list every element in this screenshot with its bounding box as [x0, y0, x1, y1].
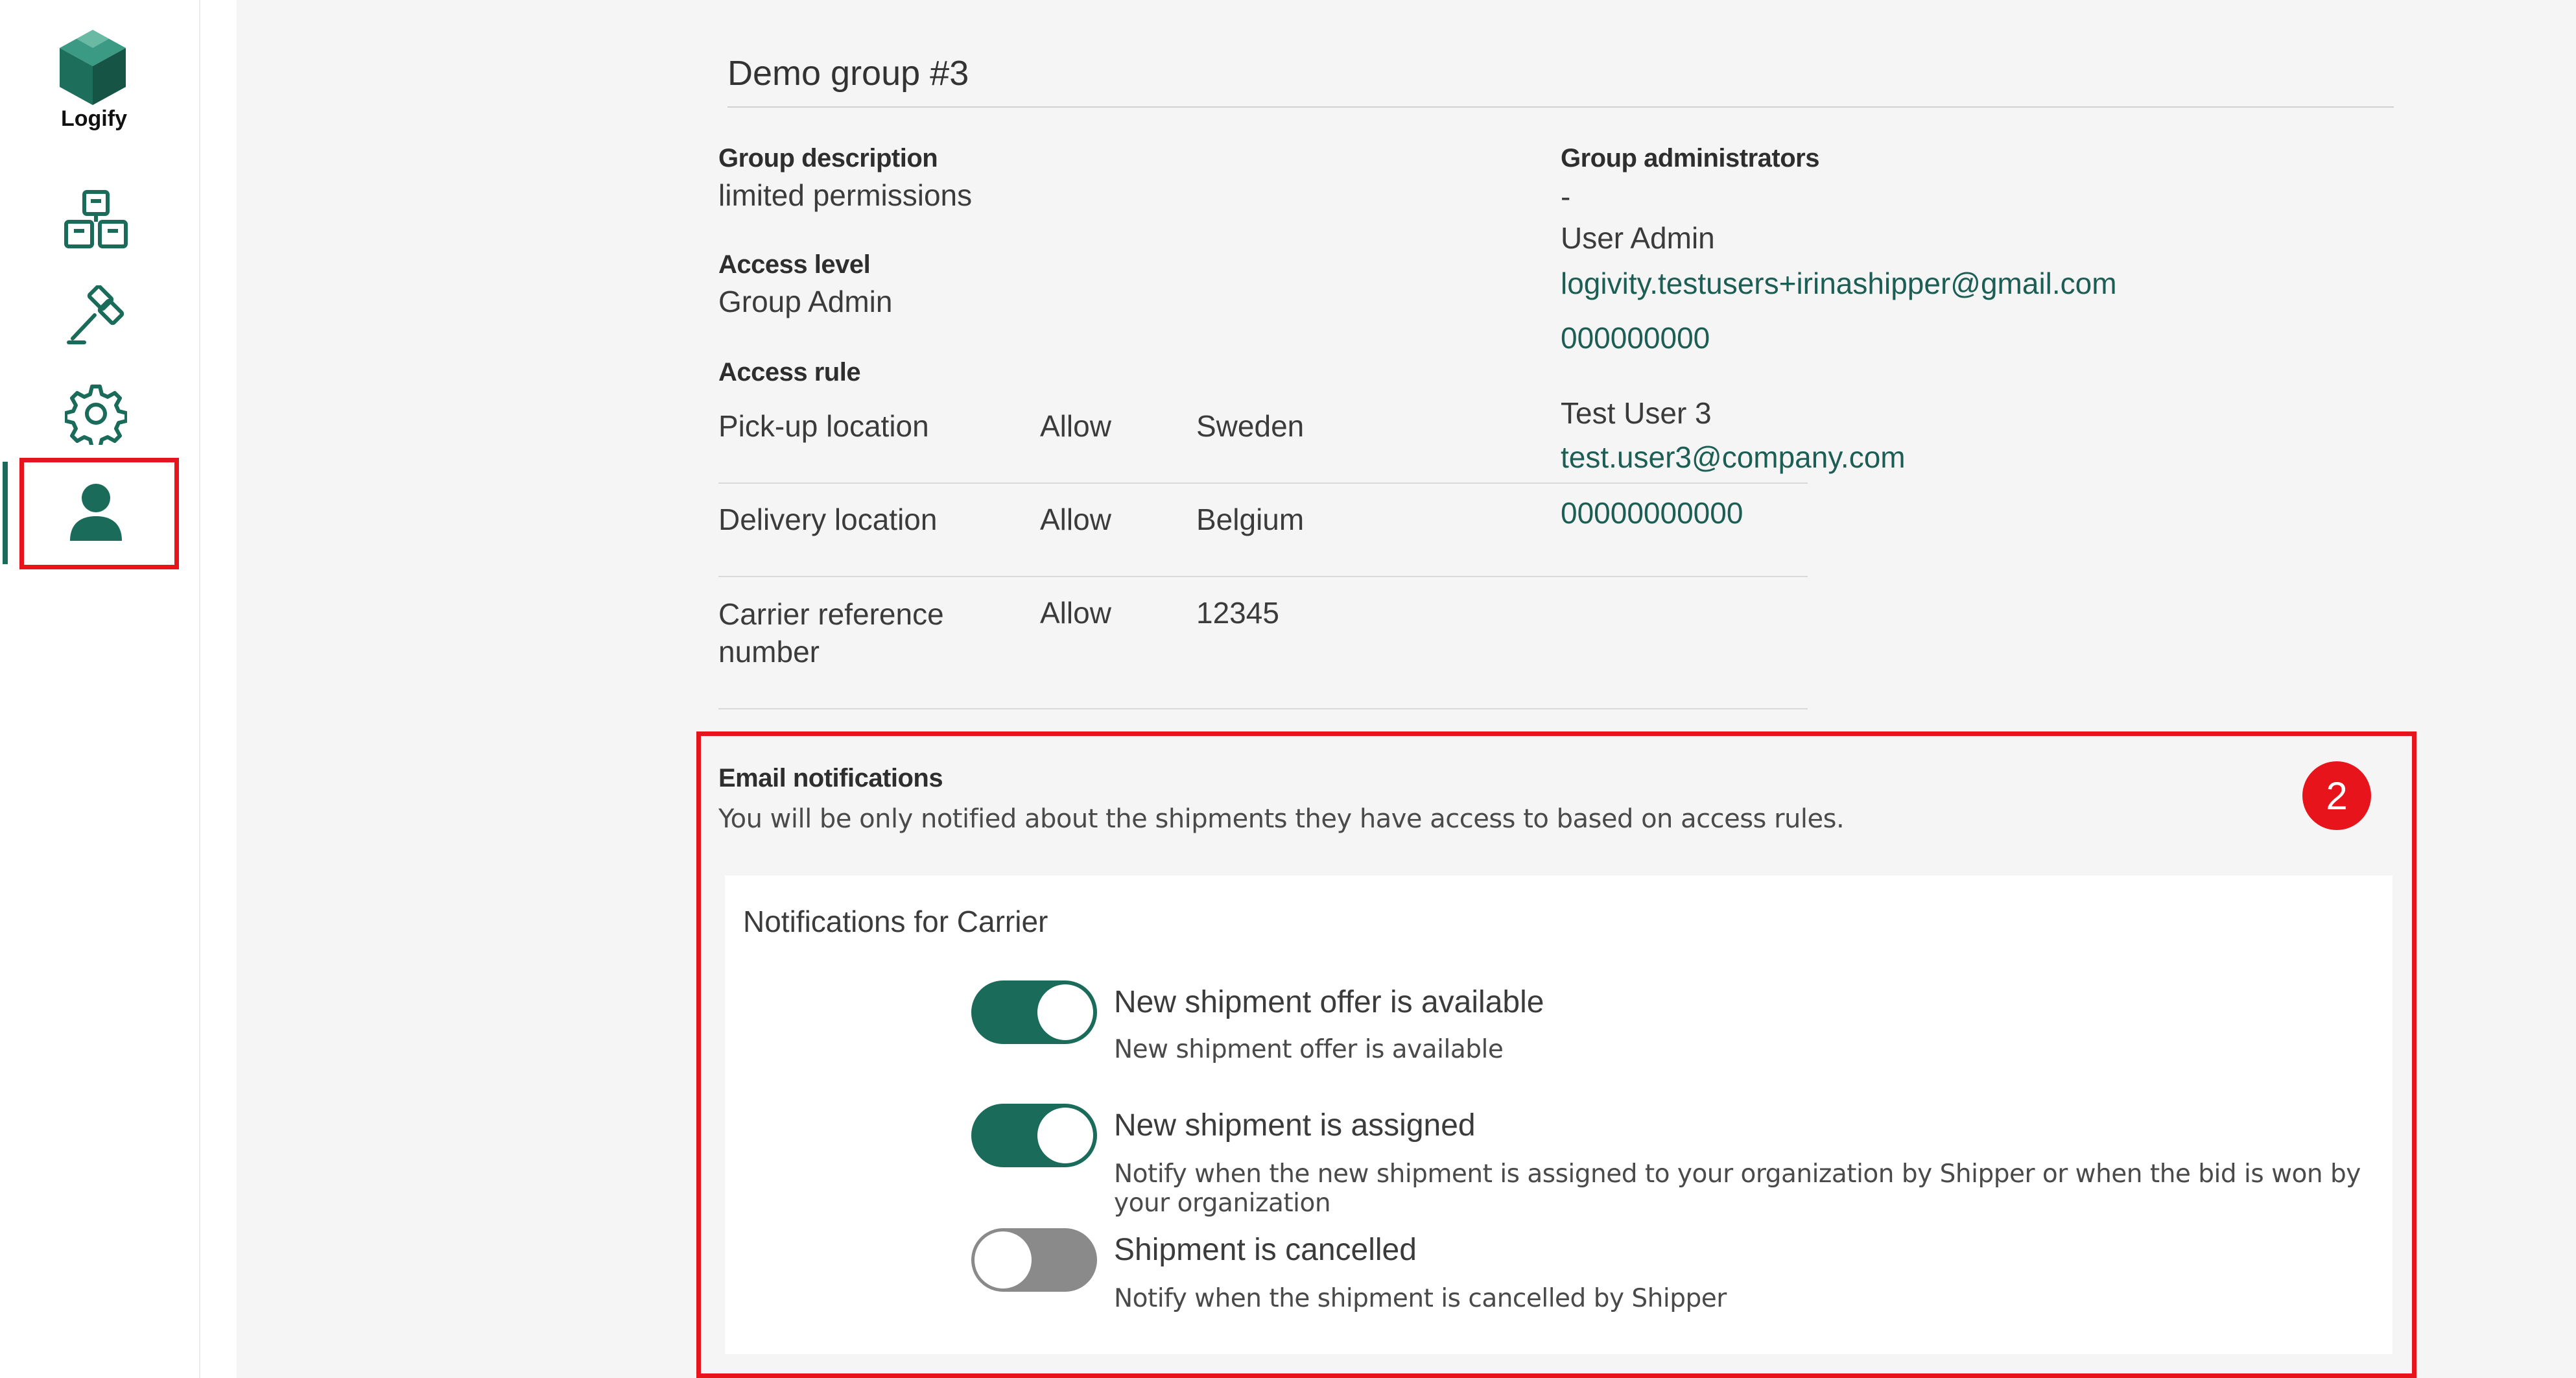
rule-divider	[718, 482, 1808, 484]
rule-value: Belgium	[1196, 503, 1305, 536]
sidebar-item-auctions[interactable]	[65, 285, 127, 348]
notification-title: New shipment offer is available	[1114, 985, 1544, 1019]
toggle-shipment-cancelled[interactable]	[971, 1228, 1097, 1292]
gavel-icon	[67, 285, 124, 344]
rule-divider	[718, 576, 1808, 577]
logo-text: Logify	[61, 106, 127, 131]
notifications-panel: Notifications for Carrier New shipment o…	[725, 875, 2393, 1354]
toggle-knob	[1037, 1108, 1093, 1163]
gear-icon	[65, 385, 127, 445]
sidebar-gap	[200, 0, 237, 1378]
group-description-label: Group description	[718, 144, 938, 172]
rule-mode: Allow	[1040, 503, 1111, 536]
admin-name: User Admin	[1561, 221, 1715, 255]
admin-phone[interactable]: 00000000000	[1561, 495, 1743, 530]
logo[interactable]	[57, 29, 128, 106]
notification-desc: Notify when the new shipment is assigned…	[1114, 1159, 2361, 1218]
admin-phone[interactable]: 000000000	[1561, 320, 1710, 355]
notifications-section-title: Notifications for Carrier	[743, 905, 1048, 938]
step-badge: 2	[2302, 761, 2371, 830]
group-title: Demo group #3	[727, 54, 969, 93]
access-level-label: Access level	[718, 250, 871, 279]
rule-value: 12345	[1196, 596, 1279, 630]
rule-divider	[718, 708, 1808, 709]
group-admins-label: Group administrators	[1561, 144, 1819, 172]
access-rule-label: Access rule	[718, 358, 861, 386]
group-admins-dash: -	[1561, 180, 1571, 213]
toggle-shipment-assigned[interactable]	[971, 1104, 1097, 1167]
email-notifications-note: You will be only notified about the ship…	[718, 804, 1845, 834]
sidebar-item-users[interactable]	[67, 482, 124, 542]
rule-field: Pick-up location	[718, 409, 929, 443]
admin-email[interactable]: test.user3@company.com	[1561, 440, 1906, 475]
notification-title: Shipment is cancelled	[1114, 1233, 1417, 1267]
rule-mode: Allow	[1040, 596, 1111, 630]
active-indicator	[3, 462, 8, 564]
sidebar: Logify	[0, 0, 200, 1378]
toggle-knob	[1037, 984, 1093, 1040]
group-description-value: limited permissions	[718, 178, 973, 212]
email-notifications-label: Email notifications	[718, 764, 943, 792]
toggle-new-offer[interactable]	[971, 980, 1097, 1044]
rule-field: Delivery location	[718, 503, 938, 536]
sidebar-item-shipments[interactable]	[62, 188, 130, 250]
notification-desc: New shipment offer is available	[1114, 1035, 1504, 1064]
admin-name: Test User 3	[1561, 396, 1712, 430]
user-icon	[70, 484, 122, 541]
rule-value: Sweden	[1196, 409, 1305, 443]
admin-email[interactable]: logivity.testusers+irinashipper@gmail.co…	[1561, 266, 2117, 301]
rule-mode: Allow	[1040, 409, 1111, 443]
notification-title: New shipment is assigned	[1114, 1108, 1476, 1143]
main-content: Demo group #3 Group description limited …	[237, 0, 2576, 1378]
title-divider	[727, 106, 2394, 108]
cube-logo-icon	[60, 30, 126, 105]
access-level-value: Group Admin	[718, 285, 893, 318]
sidebar-item-settings[interactable]	[65, 383, 127, 445]
boxes-icon	[64, 190, 128, 248]
notification-desc: Notify when the shipment is cancelled by…	[1114, 1284, 1727, 1313]
rule-field: Carrier reference number	[718, 597, 944, 669]
toggle-knob	[973, 1230, 1034, 1290]
